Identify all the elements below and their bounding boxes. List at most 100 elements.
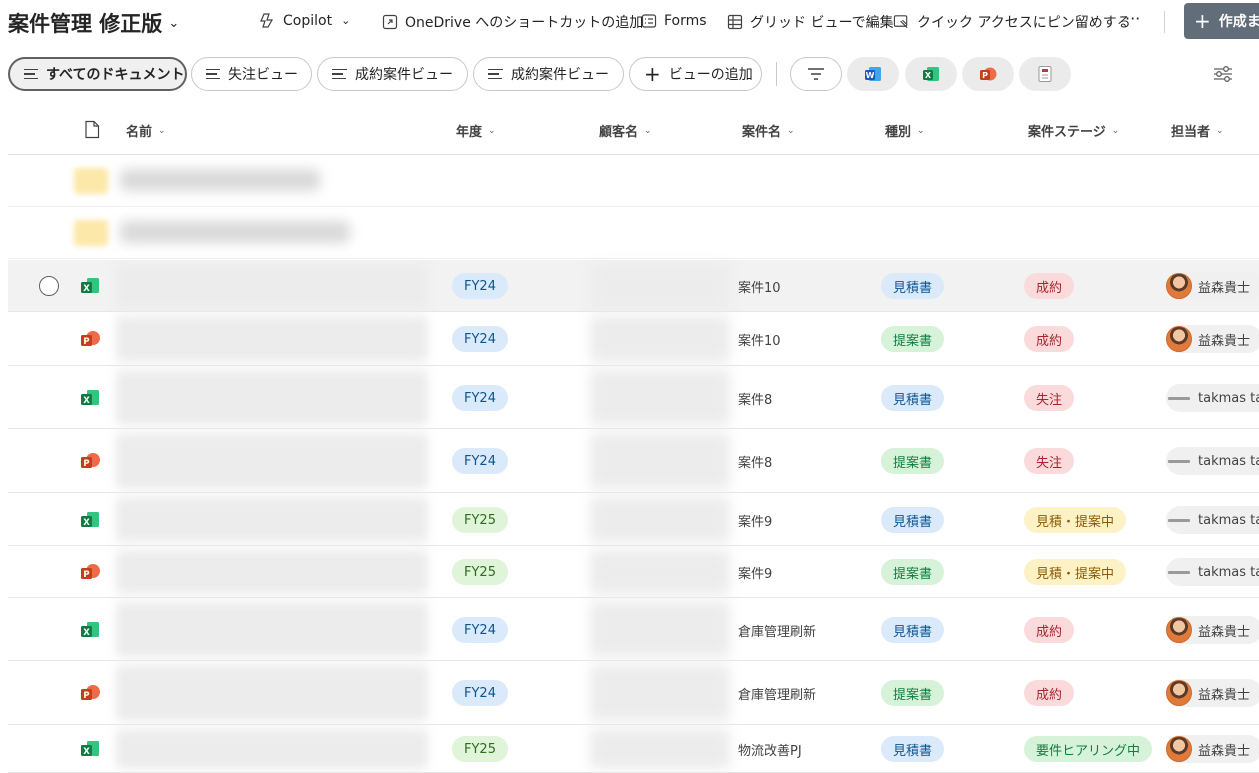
owner-persona[interactable]: 益森貴士 [1166, 735, 1259, 763]
doc-type-badge: 見積書 [881, 273, 945, 299]
redacted-file-name[interactable] [116, 370, 428, 425]
file-type-column-icon[interactable] [84, 120, 100, 139]
owner-persona[interactable]: takmas tan [1166, 447, 1259, 475]
fiscal-year-badge: FY24 [452, 448, 508, 474]
library-title[interactable]: 案件管理 修正版 ⌄ [8, 8, 179, 38]
table-row[interactable]: P FY24 案件8 提案書 失注 takmas tan [8, 429, 1259, 493]
owner-persona[interactable]: 益森貴士 [1166, 325, 1259, 353]
column-header-owner[interactable]: 担当者 ⌄ [1171, 121, 1224, 140]
stage-badge: 失注 [1024, 385, 1075, 411]
svg-text:P: P [83, 570, 89, 580]
fiscal-year-badge: FY24 [452, 680, 508, 706]
column-header-name[interactable]: 名前 ⌄ [126, 121, 166, 140]
redacted-customer-name [590, 370, 730, 425]
redacted-file-name[interactable] [116, 264, 428, 308]
column-header-label: 案件ステージ [1028, 125, 1106, 140]
owner-persona[interactable]: 益森貴士 [1166, 272, 1259, 300]
svg-text:X: X [83, 284, 90, 294]
powerpoint-file-icon: P [80, 683, 100, 703]
view-lost[interactable]: 失注ビュー [191, 57, 312, 91]
table-row[interactable]: P FY24 倉庫管理刷新 提案書 成約 益森貴士 [8, 661, 1259, 725]
copilot-icon [259, 12, 276, 29]
table-row[interactable]: P FY25 案件9 提案書 見積・提案中 takmas tan [8, 546, 1259, 598]
owner-persona[interactable]: 益森貴士 [1166, 616, 1259, 644]
svg-text:X: X [83, 518, 90, 528]
view-won-1[interactable]: 成約案件ビュー [317, 57, 468, 91]
chevron-down-icon: ⌄ [168, 15, 180, 31]
redacted-file-name[interactable] [116, 729, 428, 769]
toolbar-divider [1164, 11, 1165, 33]
owner-persona[interactable]: 益森貴士 [1166, 679, 1259, 707]
owner-persona[interactable]: takmas tan [1166, 558, 1259, 586]
column-header-customer[interactable]: 顧客名 ⌄ [599, 121, 652, 140]
grid-view-edit-button[interactable]: グリッド ビューで編集 [726, 12, 894, 32]
view-won-2[interactable]: 成約案件ビュー [473, 57, 624, 91]
powerpoint-file-icon: P [80, 329, 100, 349]
excel-file-icon: X [80, 620, 100, 640]
owner-name: 益森貴士 [1198, 624, 1251, 640]
create-button[interactable]: + 作成ま [1184, 3, 1259, 39]
column-header-project[interactable]: 案件名 ⌄ [742, 121, 795, 140]
table-row[interactable]: P FY24 案件10 提案書 成約 益森貴士 [8, 312, 1259, 366]
column-header-label: 案件名 [742, 125, 782, 140]
table-row[interactable]: X FY24 案件8 見積書 失注 takmas tan [8, 366, 1259, 429]
svg-text:X: X [83, 628, 90, 638]
filter-icon [808, 68, 824, 80]
pin-quick-access-label: クイック アクセスにピン留めする [917, 15, 1131, 31]
excel-file-icon: X [80, 510, 100, 530]
table-row[interactable]: X FY25 物流改善PJ 見積書 要件ヒアリング中 益森貴士 [8, 725, 1259, 773]
copilot-button[interactable]: Copilot ⌄ [259, 12, 350, 29]
stage-badge: 成約 [1024, 326, 1075, 352]
add-view-button[interactable]: + ビューの追加 [629, 57, 762, 91]
folder-row[interactable] [8, 155, 1259, 207]
excel-filter-button[interactable]: X [905, 57, 957, 91]
column-header-stage[interactable]: 案件ステージ ⌄ [1028, 121, 1119, 140]
stage-badge: 見積・提案中 [1024, 559, 1127, 585]
redacted-file-name[interactable] [116, 497, 428, 542]
view-all-documents[interactable]: すべてのドキュメント [8, 57, 187, 91]
redacted-file-name[interactable] [116, 602, 428, 657]
doc-type-badge: 提案書 [881, 680, 945, 706]
redacted-file-name[interactable] [116, 433, 428, 489]
folder-icon [74, 168, 108, 194]
redacted-customer-name [590, 497, 730, 542]
more-button[interactable]: ··· [1125, 9, 1140, 28]
redacted-customer-name [590, 602, 730, 657]
filter-button[interactable] [790, 57, 842, 91]
view-label: 成約案件ビュー [511, 67, 609, 83]
svg-text:P: P [83, 691, 89, 701]
column-header-label: 年度 [456, 125, 483, 140]
view-list-icon [24, 66, 38, 83]
project-name: 案件9 [738, 567, 773, 582]
folder-row[interactable] [8, 207, 1259, 259]
redacted-file-name[interactable] [116, 550, 428, 594]
project-name: 案件9 [738, 515, 773, 530]
more-icon: ··· [1125, 9, 1141, 28]
table-row[interactable]: X FY25 案件9 見積書 見積・提案中 takmas tan [8, 493, 1259, 546]
forms-button[interactable]: Forms [640, 12, 707, 29]
project-name: 倉庫管理刷新 [738, 688, 817, 703]
table-row[interactable]: X FY24 倉庫管理刷新 見積書 成約 益森貴士 [8, 598, 1259, 661]
owner-persona[interactable]: takmas tan [1166, 506, 1259, 534]
column-header-fiscal-year[interactable]: 年度 ⌄ [456, 121, 496, 140]
fiscal-year-badge: FY24 [452, 385, 508, 411]
redacted-file-name[interactable] [116, 665, 428, 721]
avatar [1166, 736, 1192, 762]
fiscal-year-badge: FY25 [452, 507, 508, 533]
row-select-radio[interactable] [39, 276, 59, 296]
doc-type-badge: 見積書 [881, 507, 945, 533]
owner-persona[interactable]: takmas tan [1166, 384, 1259, 412]
project-name: 案件8 [738, 456, 773, 471]
doc-type-badge: 提案書 [881, 448, 945, 474]
word-filter-button[interactable]: W [847, 57, 899, 91]
pin-quick-access-button[interactable]: クイック アクセスにピン留めする [893, 12, 1131, 32]
redacted-file-name[interactable] [116, 316, 428, 362]
table-row[interactable]: X FY24 案件10 見積書 成約 益森貴士 [8, 260, 1259, 312]
avatar [1166, 507, 1192, 533]
document-filter-button[interactable] [1019, 57, 1071, 91]
view-settings-icon[interactable] [1212, 64, 1234, 84]
powerpoint-filter-button[interactable]: P [962, 57, 1014, 91]
column-header-type[interactable]: 種別 ⌄ [885, 121, 925, 140]
add-onedrive-shortcut-button[interactable]: OneDrive へのショートカットの追加 [381, 12, 643, 32]
avatar [1166, 385, 1192, 411]
